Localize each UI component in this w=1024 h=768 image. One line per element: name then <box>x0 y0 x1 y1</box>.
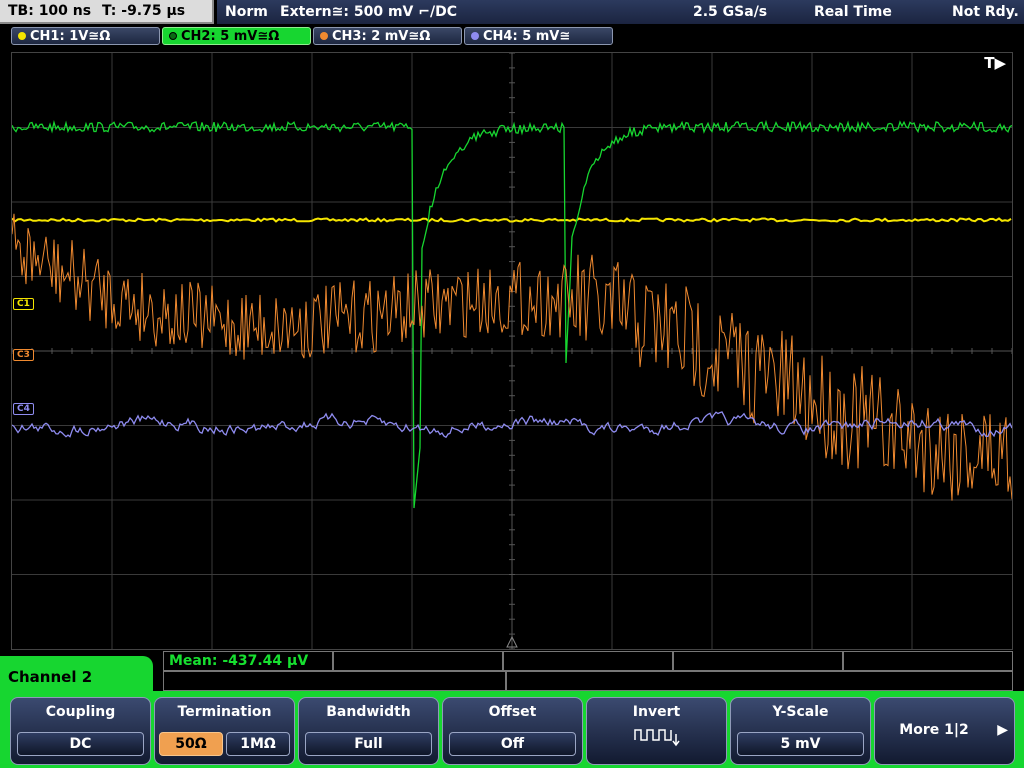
offset-title: Offset <box>488 704 537 720</box>
termination-title: Termination <box>177 704 272 720</box>
coupling-title: Coupling <box>45 704 116 720</box>
trigger-mode: Norm <box>225 4 268 20</box>
channel-tab-ch3[interactable]: CH3: 2 mV≅Ω <box>313 27 462 45</box>
mean-measurement: Mean: -437.44 µV <box>169 653 309 669</box>
y-scale-value: 5 mV <box>737 732 864 756</box>
timebase-box[interactable]: TB: 100 ns T: -9.75 µs <box>0 0 214 24</box>
termination-1-megohm[interactable]: 1MΩ <box>226 732 290 756</box>
invert-title: Invert <box>632 704 681 720</box>
coupling-softkey[interactable]: Coupling DC <box>10 697 151 765</box>
measurement-panel: Mean: -437.44 µV <box>163 651 1013 691</box>
ch2-label: CH2: 5 mV≅Ω <box>181 29 280 44</box>
waveform-display[interactable]: T▶ C1 C3 C4 <box>11 52 1013 650</box>
measurement-cell <box>333 651 503 671</box>
measurement-cell <box>503 651 673 671</box>
ch4-ground-marker[interactable]: C4 <box>13 403 34 415</box>
trigger-position-marker[interactable]: T▶ <box>984 54 1006 72</box>
bandwidth-title: Bandwidth <box>326 704 411 720</box>
ch1-color-dot <box>18 32 26 40</box>
timebase-value: TB: 100 ns <box>8 3 92 19</box>
channel-tab-ch2[interactable]: CH2: 5 mV≅Ω <box>162 27 311 45</box>
measurement-cell <box>506 671 1013 691</box>
termination-50-ohm[interactable]: 50Ω <box>159 732 223 756</box>
offset-softkey[interactable]: Offset Off <box>442 697 583 765</box>
invert-waveform-icon <box>634 729 680 747</box>
sample-rate: 2.5 GSa/s <box>693 4 768 20</box>
trigger-status-strip[interactable]: Norm Extern≅: 500 mV ⌐/DC 2.5 GSa/s Real… <box>217 0 1024 24</box>
bandwidth-value: Full <box>305 732 432 756</box>
more-softkey[interactable]: More 1|2 ▶ <box>874 697 1015 765</box>
channel-tab-ch1[interactable]: CH1: 1V≅Ω <box>11 27 160 45</box>
invert-softkey[interactable]: Invert <box>586 697 727 765</box>
waveform-canvas <box>12 53 1012 649</box>
status-bar: TB: 100 ns T: -9.75 µs Norm Extern≅: 500… <box>0 0 1024 24</box>
trigger-time-value: T: -9.75 µs <box>102 3 186 19</box>
acquisition-mode: Real Time <box>814 4 892 20</box>
measurement-cell <box>163 671 506 691</box>
ch4-color-dot <box>471 32 479 40</box>
ch2-color-dot <box>169 32 177 40</box>
acquisition-status: Not Rdy. <box>952 4 1019 20</box>
trigger-source: Extern≅: 500 mV ⌐/DC <box>280 4 457 20</box>
more-label: More 1|2 <box>899 722 969 738</box>
ch4-label: CH4: 5 mV≅ <box>483 29 571 44</box>
ch1-label: CH1: 1V≅Ω <box>30 29 111 44</box>
ch3-label: CH3: 2 mV≅Ω <box>332 29 431 44</box>
y-scale-softkey[interactable]: Y-Scale 5 mV <box>730 697 871 765</box>
ch1-ground-marker[interactable]: C1 <box>13 298 34 310</box>
measurement-cell <box>673 651 843 671</box>
offset-value: Off <box>449 732 576 756</box>
measurement-cell <box>843 651 1013 671</box>
channel-tab-ch4[interactable]: CH4: 5 mV≅ <box>464 27 613 45</box>
coupling-value: DC <box>17 732 144 756</box>
bandwidth-softkey[interactable]: Bandwidth Full <box>298 697 439 765</box>
next-page-icon: ▶ <box>997 722 1008 738</box>
ch3-color-dot <box>320 32 328 40</box>
ch3-ground-marker[interactable]: C3 <box>13 349 34 361</box>
y-scale-title: Y-Scale <box>772 704 829 720</box>
termination-softkey[interactable]: Termination 50Ω 1MΩ <box>154 697 295 765</box>
